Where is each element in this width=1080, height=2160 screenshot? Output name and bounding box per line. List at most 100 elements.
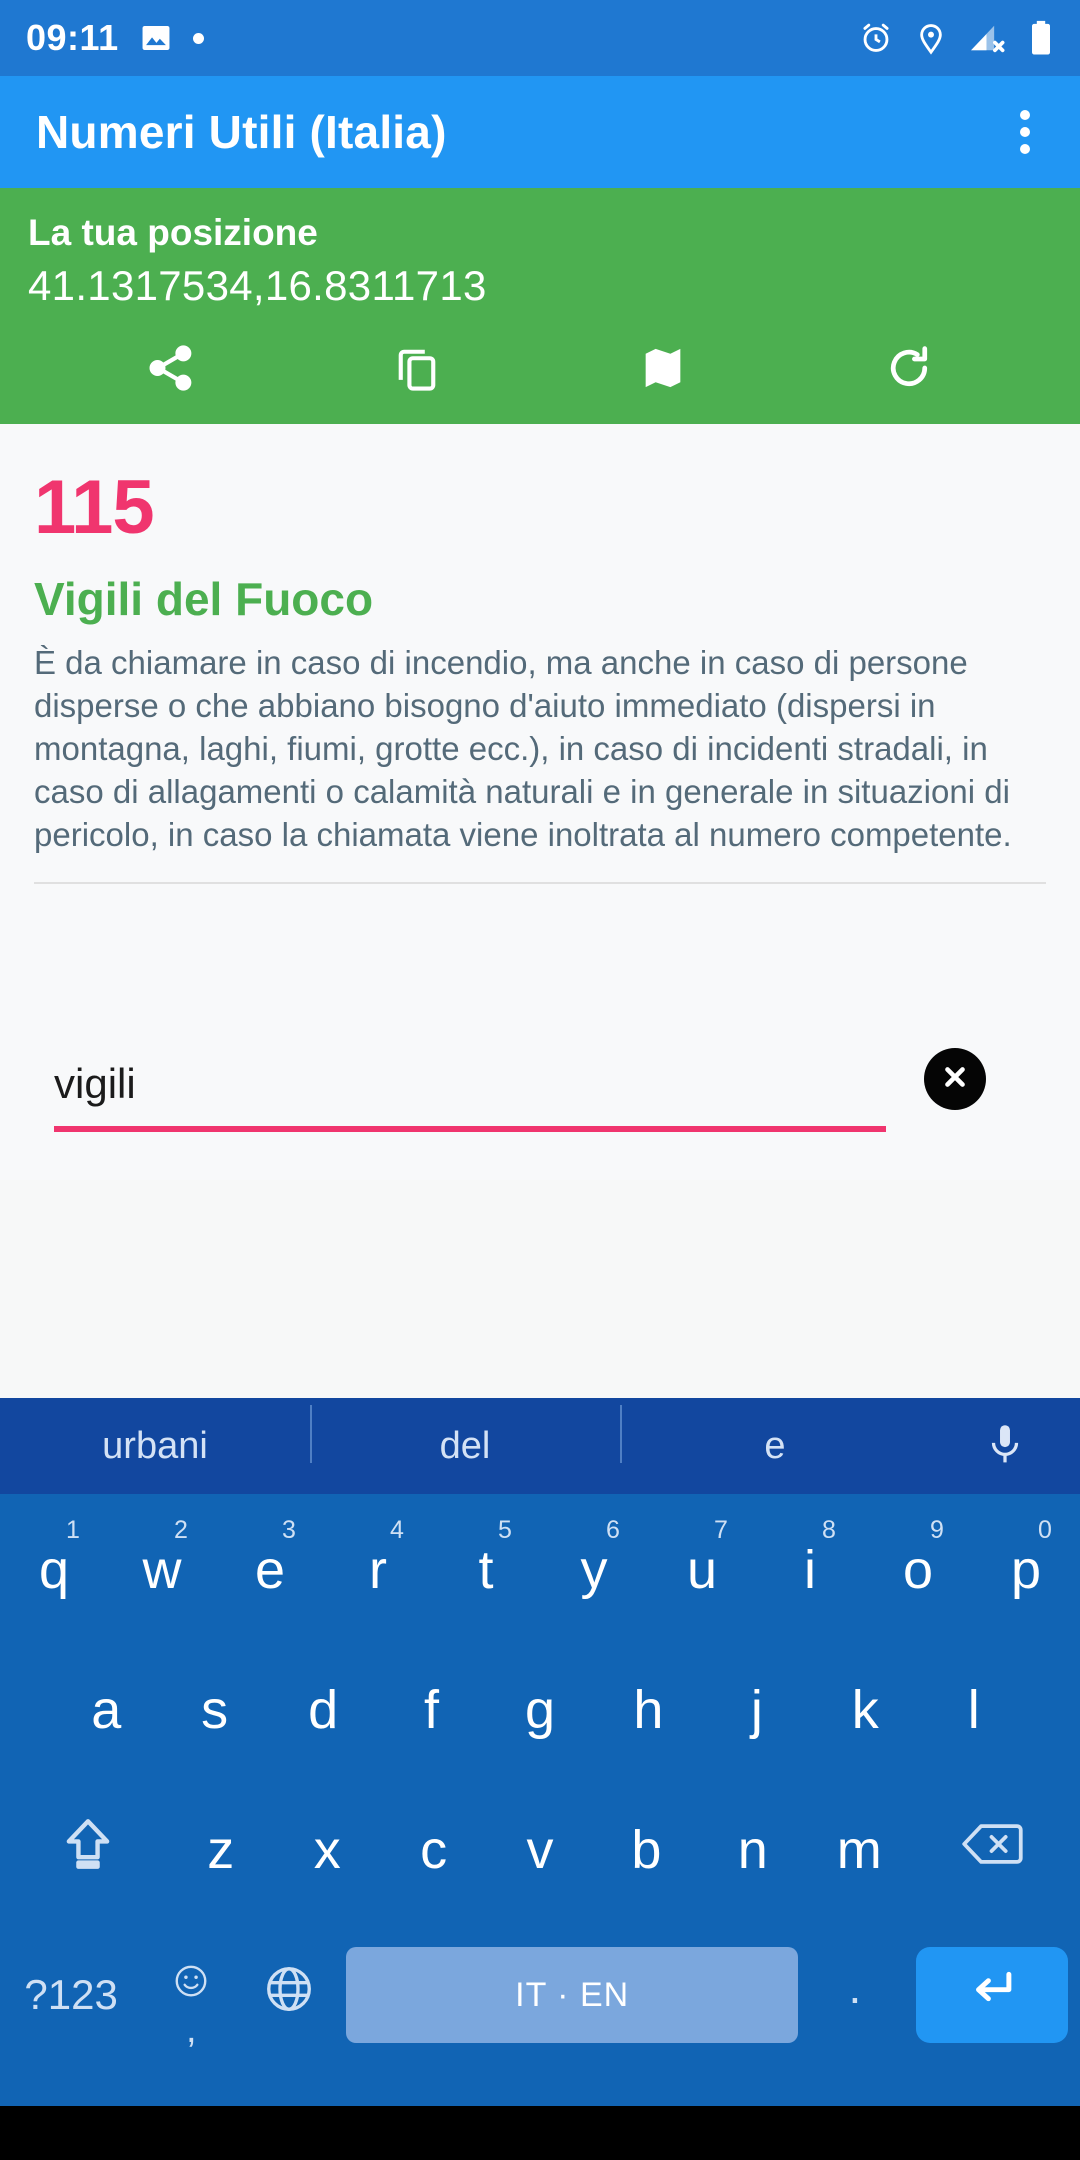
location-label: La tua posizione	[28, 212, 318, 253]
key-label: t	[478, 1540, 494, 1600]
key-number: 3	[282, 1516, 296, 1544]
key-label: p	[1010, 1540, 1042, 1600]
key-l[interactable]: l	[920, 1640, 1028, 1780]
key-label: q	[38, 1540, 70, 1600]
key-x[interactable]: x	[274, 1780, 380, 1920]
key-p[interactable]: p0	[972, 1500, 1080, 1640]
search-area: vigili	[0, 908, 1080, 1181]
key-label: o	[902, 1540, 934, 1600]
key-s[interactable]: s	[160, 1640, 268, 1780]
list-divider	[34, 882, 1046, 885]
key-number: 0	[1038, 1516, 1052, 1544]
signal-no-service-icon	[968, 21, 1008, 55]
result-item[interactable]: 115 Vigili del Fuoco È da chiamare in ca…	[0, 424, 1080, 909]
key-number: 4	[390, 1516, 404, 1544]
location-pin-icon	[914, 21, 948, 55]
key-u[interactable]: u7	[648, 1500, 756, 1640]
keyboard-row-2: a s d f g h j k l	[0, 1640, 1080, 1780]
share-button[interactable]	[123, 330, 219, 410]
key-e[interactable]: e3	[216, 1500, 324, 1640]
key-n[interactable]: n	[700, 1780, 806, 1920]
keyboard-row-1: q1 w2 e3 r4 t5 y6 u7 i8 o9 p0	[0, 1500, 1080, 1640]
key-v[interactable]: v	[487, 1780, 593, 1920]
key-g[interactable]: g	[486, 1640, 594, 1780]
key-number: 5	[498, 1516, 512, 1544]
keyboard-rows: q1 w2 e3 r4 t5 y6 u7 i8 o9 p0 a s d f g …	[0, 1494, 1080, 2070]
phone-screen: 09:11 Numeri Utili (Italia) La tua posiz…	[0, 0, 1080, 2160]
spacebar-label: IT · EN	[346, 1947, 798, 2043]
overflow-dot	[1020, 127, 1030, 137]
globe-icon	[262, 1962, 316, 2029]
enter-key[interactable]	[904, 1920, 1080, 2070]
key-number: 6	[606, 1516, 620, 1544]
key-d[interactable]: d	[269, 1640, 377, 1780]
clear-icon	[937, 1059, 973, 1100]
alarm-icon	[858, 20, 894, 56]
key-number: 2	[174, 1516, 188, 1544]
suggestion-item[interactable]: urbani	[0, 1425, 310, 1468]
key-label: e	[254, 1540, 286, 1600]
key-y[interactable]: y6	[540, 1500, 648, 1640]
key-label: r	[369, 1540, 387, 1600]
language-switch-key[interactable]	[240, 1920, 338, 2070]
key-m[interactable]: m	[806, 1780, 912, 1920]
key-a[interactable]: a	[52, 1640, 160, 1780]
key-number: 7	[714, 1516, 728, 1544]
key-b[interactable]: b	[593, 1780, 699, 1920]
map-icon	[637, 342, 689, 399]
overflow-dot	[1020, 110, 1030, 120]
suggestion-item[interactable]: del	[310, 1404, 620, 1468]
image-icon	[139, 21, 173, 55]
shift-key[interactable]	[8, 1780, 168, 1920]
enter-icon	[965, 1962, 1019, 2029]
key-number: 1	[66, 1516, 80, 1544]
search-field[interactable]: vigili	[54, 1060, 886, 1133]
status-bar-right	[858, 20, 1054, 56]
overflow-dot	[1020, 144, 1030, 154]
location-actions	[0, 330, 1080, 410]
emoji-comma-key[interactable]: ,	[142, 1920, 240, 2070]
symbols-key[interactable]: ?123	[0, 1920, 142, 2070]
key-h[interactable]: h	[594, 1640, 702, 1780]
emergency-title: Vigili del Fuoco	[34, 573, 374, 625]
status-bar-left: 09:11	[26, 17, 858, 59]
search-input[interactable]: vigili	[54, 1060, 886, 1118]
key-number: 9	[930, 1516, 944, 1544]
location-coordinates: 41.1317534,16.8311713	[28, 262, 487, 309]
key-label: w	[142, 1540, 182, 1600]
key-w[interactable]: w2	[108, 1500, 216, 1640]
key-q[interactable]: q1	[0, 1500, 108, 1640]
refresh-icon	[882, 341, 936, 400]
share-icon	[144, 341, 198, 400]
emergency-number: 115	[34, 465, 155, 550]
location-card: La tua posizione 41.1317534,16.8311713	[0, 188, 1080, 424]
key-label: y	[580, 1540, 608, 1600]
backspace-key[interactable]	[912, 1780, 1072, 1920]
key-number: 8	[822, 1516, 836, 1544]
key-z[interactable]: z	[168, 1780, 274, 1920]
status-bar: 09:11	[0, 0, 1080, 76]
search-row: vigili	[54, 1048, 1080, 1133]
key-i[interactable]: i8	[756, 1500, 864, 1640]
key-f[interactable]: f	[377, 1640, 485, 1780]
suggestion-item[interactable]: e	[620, 1404, 930, 1468]
clear-search-button[interactable]	[924, 1048, 986, 1111]
key-t[interactable]: t5	[432, 1500, 540, 1640]
spacebar-key[interactable]: IT · EN	[338, 1920, 805, 2070]
microphone-icon	[982, 1421, 1028, 1472]
overflow-menu-button[interactable]	[1006, 100, 1044, 164]
key-j[interactable]: j	[703, 1640, 811, 1780]
status-time: 09:11	[26, 17, 119, 58]
key-r[interactable]: r4	[324, 1500, 432, 1640]
microphone-button[interactable]	[930, 1421, 1080, 1472]
key-c[interactable]: c	[380, 1780, 486, 1920]
map-button[interactable]	[615, 330, 711, 410]
search-underline	[54, 1126, 886, 1133]
key-label: i	[804, 1540, 816, 1600]
refresh-button[interactable]	[861, 330, 957, 410]
key-o[interactable]: o9	[864, 1500, 972, 1640]
app-bar: Numeri Utili (Italia)	[0, 76, 1080, 188]
key-k[interactable]: k	[811, 1640, 919, 1780]
copy-button[interactable]	[369, 330, 465, 410]
period-key[interactable]: .	[806, 1920, 904, 2070]
